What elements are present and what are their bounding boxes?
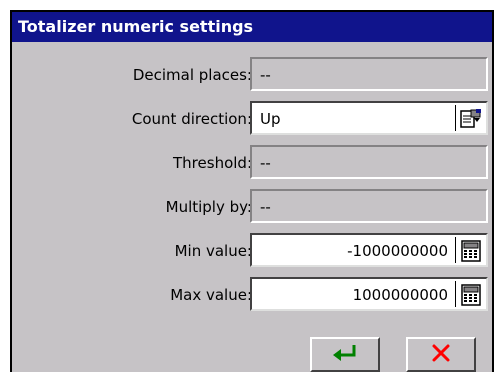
multiply-by-field: -- <box>250 189 488 223</box>
totalizer-settings-dialog: Totalizer numeric settings Decimal place… <box>10 10 494 372</box>
decimal-places-value: -- <box>260 66 271 84</box>
calculator-icon[interactable] <box>460 240 482 262</box>
threshold-field: -- <box>250 145 488 179</box>
threshold-row: Threshold: -- <box>12 144 492 182</box>
max-value-row: Max value: 1000000000 <box>12 276 492 314</box>
max-value-label: Max value: <box>170 286 252 304</box>
count-direction-value: Up <box>260 110 281 128</box>
min-value-input[interactable]: -1000000000 <box>250 233 488 267</box>
dropdown-properties-icon[interactable] <box>460 108 482 130</box>
decimal-places-field: -- <box>250 57 488 91</box>
decimal-places-label: Decimal places: <box>132 66 252 84</box>
dialog-title: Totalizer numeric settings <box>12 12 492 42</box>
field-separator <box>455 105 456 131</box>
multiply-by-value: -- <box>260 198 271 216</box>
threshold-value: -- <box>260 154 271 172</box>
count-direction-label: Count direction: <box>131 110 252 128</box>
max-value-value: 1000000000 <box>352 286 448 304</box>
calculator-icon[interactable] <box>460 284 482 306</box>
multiply-by-label: Multiply by: <box>165 198 252 216</box>
field-separator <box>455 237 456 263</box>
max-value-input[interactable]: 1000000000 <box>250 277 488 311</box>
enter-arrow-icon <box>331 343 359 367</box>
cross-icon <box>431 343 451 367</box>
min-value-row: Min value: -1000000000 <box>12 232 492 270</box>
min-value-label: Min value: <box>174 242 252 260</box>
cancel-button[interactable] <box>406 337 476 372</box>
threshold-label: Threshold: <box>173 154 252 172</box>
field-separator <box>455 281 456 307</box>
count-direction-row: Count direction: Up <box>12 100 492 138</box>
count-direction-select[interactable]: Up <box>250 101 488 135</box>
decimal-places-row: Decimal places: -- <box>12 56 492 94</box>
multiply-by-row: Multiply by: -- <box>12 188 492 226</box>
min-value-value: -1000000000 <box>347 242 448 260</box>
ok-button[interactable] <box>310 337 380 372</box>
